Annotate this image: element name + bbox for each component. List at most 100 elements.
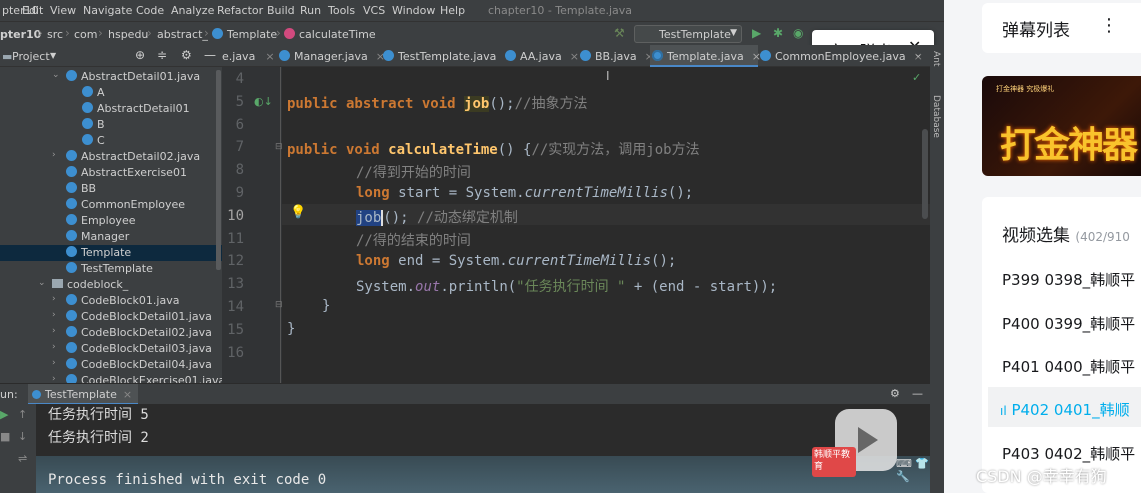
tab-template[interactable]: Template.java × [650,45,761,67]
keyboard-icon[interactable]: ⌨ [896,457,912,470]
menu-edit[interactable]: Edit [22,4,43,17]
menu-build[interactable]: Build [267,4,295,17]
episode-item[interactable]: P399 0398_韩顺平 [1002,269,1135,290]
tree-item[interactable]: AbstractDetail01 [0,101,222,117]
tab-list-icon[interactable]: ⌄ [914,49,922,60]
project-view-label[interactable]: Project [12,50,50,63]
tab-testtemplate[interactable]: TestTemplate.java× [381,45,514,67]
tab-bb[interactable]: BB.java× [578,45,654,67]
wrench-icon[interactable]: 🔧 [896,470,910,483]
chevron-down-icon[interactable]: ▼ [50,51,56,60]
tree-item[interactable]: C [0,133,222,149]
menu-code[interactable]: Code [136,4,164,17]
tree-item[interactable]: TestTemplate [0,261,222,277]
tree-item[interactable]: ⌄ codeblock_ [0,277,222,293]
gear-icon[interactable]: ⚙ [890,387,900,400]
gear-icon[interactable]: ⚙ [181,48,192,62]
down-icon[interactable]: ↓ [18,430,27,443]
tree-item[interactable]: Template [0,245,222,261]
menu-run[interactable]: Run [300,4,321,17]
chevron-right-icon[interactable]: › [52,326,56,336]
tree-item[interactable]: CommonEmployee [0,197,222,213]
collapse-icon[interactable]: ≑ [157,48,167,62]
database-tool-label[interactable]: Database [931,95,941,138]
editor-scrollbar[interactable] [922,129,928,219]
coverage-icon[interactable]: ◉ [793,26,803,40]
tree-scrollbar[interactable] [216,70,221,270]
danmaku-list-panel[interactable]: 弹幕列表 ⋮ [982,3,1141,53]
override-marker-icon[interactable]: ◐↓ [254,95,273,108]
breadcrumb-hspedu[interactable]: hspedu [108,28,148,41]
run-configuration-select[interactable]: TestTemplate ▼ [634,25,742,43]
menu-tools[interactable]: Tools [328,4,355,17]
tab-commonemployee[interactable]: CommonEmployee.java × [758,45,923,67]
code-editor[interactable]: 4 5 6 7 8 9 10 11 12 13 14 15 16 ◐↓ 💡 ⊟ ⊟ public abs… [222,67,930,383]
chevron-right-icon[interactable]: › [52,294,56,304]
lightbulb-icon[interactable]: 💡 [290,205,306,220]
tree-item[interactable]: › CodeBlockDetail01.java [0,309,222,325]
tree-item[interactable]: ⌄ AbstractDetail01.java [0,69,222,85]
chevron-right-icon[interactable]: › [52,374,56,383]
episode-item[interactable]: P400 0399_韩顺平 [1002,313,1135,334]
target-icon[interactable]: ⊕ [135,48,145,62]
tree-item[interactable]: Manager [0,229,222,245]
tree-item[interactable]: › CodeBlockDetail02.java [0,325,222,341]
tree-item[interactable]: › CodeBlockDetail04.java [0,357,222,373]
tree-item[interactable]: B [0,117,222,133]
breadcrumb-project[interactable]: pter10 [0,28,41,41]
fold-icon[interactable]: ⊟ [275,300,283,310]
rerun-icon[interactable]: ▶ [0,408,8,421]
menu-analyze[interactable]: Analyze [171,4,214,17]
menu-refactor[interactable]: Refactor [217,4,263,17]
breadcrumb-abstract[interactable]: abstract_ [157,28,208,41]
close-icon[interactable]: × [265,50,274,63]
run-icon[interactable]: ▶ [752,26,761,40]
chevron-right-icon[interactable]: › [52,358,56,368]
menu-help[interactable]: Help [440,4,465,17]
fold-icon[interactable]: ⊟ [275,142,283,152]
tree-item[interactable]: › AbstractDetail02.java [0,149,222,165]
menu-window[interactable]: Window [392,4,435,17]
menu-vcs[interactable]: VCS [363,4,385,17]
tree-item[interactable]: A [0,85,222,101]
up-icon[interactable]: ↑ [18,408,27,421]
breadcrumb-template[interactable]: Template [212,28,277,41]
chevron-right-icon[interactable]: › [52,310,56,320]
tab-employee[interactable]: e.java × [222,45,280,67]
tree-item[interactable]: AbstractExercise01 [0,165,222,181]
build-hammer-icon[interactable]: ⚒ [614,26,625,40]
class-icon [82,134,93,145]
tab-manager[interactable]: Manager.java × [277,45,385,67]
more-options-icon[interactable]: ⋮ [1100,15,1118,36]
tree-item[interactable]: BB [0,181,222,197]
breadcrumb-com[interactable]: com [74,28,98,41]
tab-aa[interactable]: AA.java × [503,45,579,67]
ant-tool-label[interactable]: Ant [931,51,941,66]
tree-item[interactable]: › CodeBlockDetail03.java [0,341,222,357]
shirt-icon[interactable]: 👕 [915,457,929,470]
chevron-right-icon[interactable]: › [52,150,56,160]
code-line-5: public abstract void job();//抽象方法 [287,93,587,113]
menu-navigate[interactable]: Navigate [83,4,132,17]
chevron-right-icon[interactable]: › [52,342,56,352]
debug-icon[interactable]: ✱ [773,26,783,40]
menu-view[interactable]: View [50,4,76,17]
episode-item[interactable]: P401 0400_韩顺平 [1002,356,1135,377]
breadcrumb-method[interactable]: calculateTime [284,28,376,41]
breadcrumb-src[interactable]: src [47,28,63,41]
run-tab-testtemplate[interactable]: TestTemplate × [28,384,139,405]
chevron-down-icon[interactable]: ⌄ [38,278,46,288]
minimize-icon[interactable]: — [204,48,216,62]
ad-banner[interactable]: 打金神器 究极爆礼 打金神器 [982,76,1141,176]
close-icon[interactable]: × [123,388,132,401]
episode-item[interactable]: P403 0402_韩顺平 [1002,443,1135,464]
episode-item-active[interactable]: ıl P402 0401_韩顺 [1000,399,1130,420]
tree-item[interactable]: Employee [0,213,222,229]
tree-item[interactable]: › CodeBlock01.java [0,293,222,309]
minimize-icon[interactable]: — [912,387,923,400]
wrap-icon[interactable]: ⇌ [18,452,27,465]
tree-item[interactable]: › CodeBlockExercise01.java [0,373,222,383]
chevron-down-icon[interactable]: ⌄ [52,70,60,80]
class-icon [505,50,516,61]
stop-icon[interactable]: ■ [0,430,10,443]
